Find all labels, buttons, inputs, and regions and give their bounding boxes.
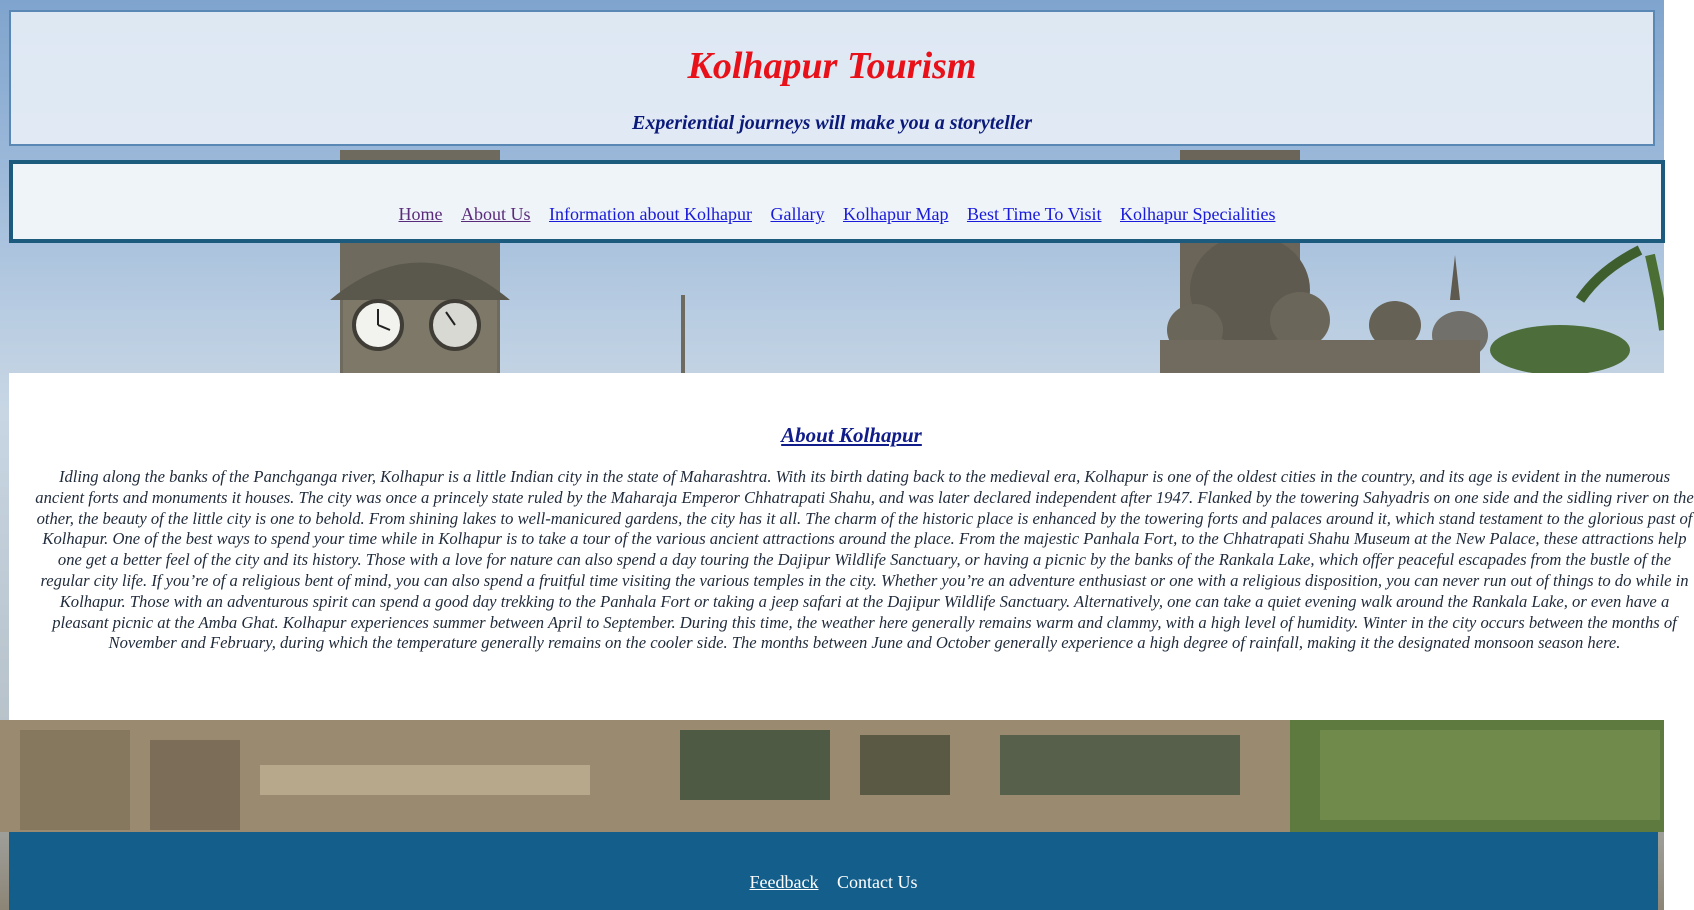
main-nav: Home About Us Information about Kolhapur… (9, 160, 1665, 243)
nav-link-map[interactable]: Kolhapur Map (843, 204, 948, 224)
site-tagline: Experiential journeys will make you a st… (632, 112, 1032, 134)
nav-link-specialities[interactable]: Kolhapur Specialities (1120, 204, 1275, 224)
nav-list: Home About Us Information about Kolhapur… (13, 204, 1661, 225)
about-heading: About Kolhapur (781, 423, 922, 447)
footer-link-contact-us[interactable]: Contact Us (837, 872, 918, 892)
site-footer: Feedback Contact Us (9, 832, 1658, 910)
new-palace-building (0, 720, 1694, 832)
nav-link-about-us[interactable]: About Us (461, 204, 531, 224)
nav-link-information[interactable]: Information about Kolhapur (549, 204, 752, 224)
about-section: About Kolhapur Idling along the banks of… (9, 373, 1694, 720)
nav-link-best-time[interactable]: Best Time To Visit (967, 204, 1102, 224)
palm-tree (1490, 245, 1669, 375)
nav-link-gallery[interactable]: Gallary (770, 204, 824, 224)
footer-links: Feedback Contact Us (9, 872, 1658, 893)
footer-link-feedback[interactable]: Feedback (750, 872, 819, 892)
about-paragraph: Idling along the banks of the Panchganga… (35, 467, 1694, 653)
nav-link-home[interactable]: Home (399, 204, 443, 224)
site-header: Kolhapur Tourism Experiential journeys w… (9, 10, 1655, 146)
site-title: Kolhapur Tourism (687, 45, 977, 87)
